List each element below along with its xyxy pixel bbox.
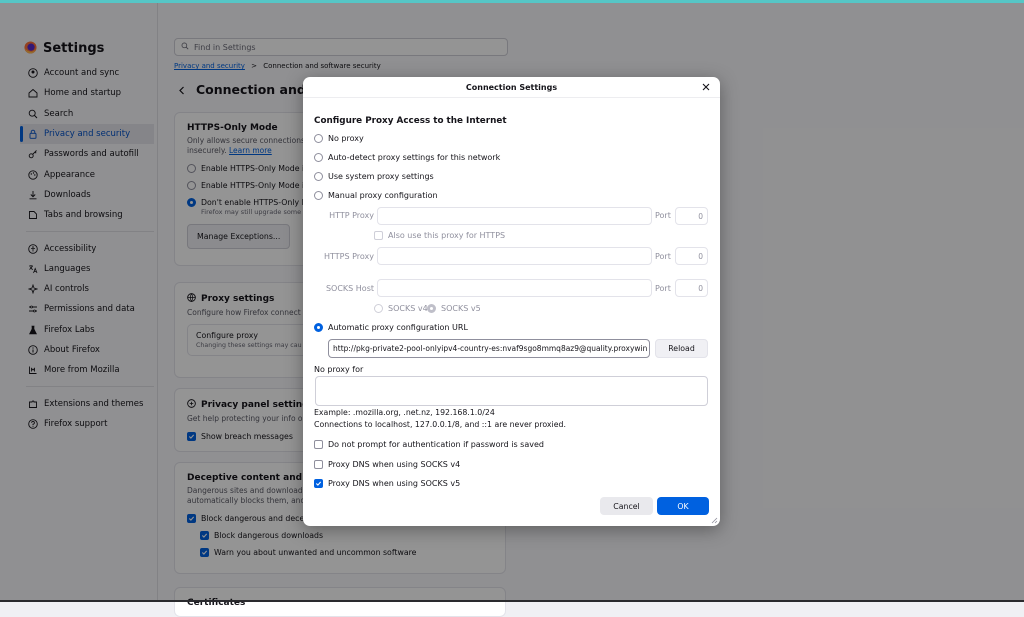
socks-host-label: SOCKS Host xyxy=(325,284,374,293)
no-proxy-for-label: No proxy for xyxy=(314,365,364,374)
socks-v4-option[interactable]: SOCKS v4 xyxy=(374,304,428,313)
dialog-heading: Configure Proxy Access to the Internet xyxy=(314,116,507,126)
reload-button[interactable]: Reload xyxy=(655,339,708,358)
dialog-title: Connection Settings xyxy=(465,83,558,92)
localhost-note: Connections to localhost, 127.0.0.1/8, a… xyxy=(314,420,566,429)
radio-button-selected[interactable] xyxy=(427,304,436,313)
ok-button[interactable]: OK xyxy=(657,497,709,515)
pac-url-input[interactable]: http://pkg-private2-pool-onlyipv4-countr… xyxy=(328,339,650,358)
option-label: SOCKS v4 xyxy=(388,304,428,313)
http-proxy-label: HTTP Proxy xyxy=(329,211,374,220)
radio-button[interactable] xyxy=(314,172,323,181)
socks-port-label: Port xyxy=(655,284,671,293)
cancel-button[interactable]: Cancel xyxy=(600,497,653,515)
option-label: Use system proxy settings xyxy=(328,172,434,181)
resize-grip-icon[interactable] xyxy=(710,516,718,524)
radio-button[interactable] xyxy=(374,304,383,313)
https-port-input[interactable]: 0 xyxy=(675,247,708,265)
radio-button[interactable] xyxy=(314,134,323,143)
http-port-input[interactable]: 0 xyxy=(675,207,708,225)
option-system-proxy[interactable]: Use system proxy settings xyxy=(314,172,434,181)
radio-button[interactable] xyxy=(314,153,323,162)
https-port-label: Port xyxy=(655,252,671,261)
also-https-option[interactable]: Also use this proxy for HTTPS xyxy=(374,231,505,240)
option-label: Also use this proxy for HTTPS xyxy=(388,231,506,240)
proxy-dns-v4-option[interactable]: Proxy DNS when using SOCKS v4 xyxy=(314,460,460,469)
option-auto-detect[interactable]: Auto-detect proxy settings for this netw… xyxy=(314,153,500,162)
option-label: Auto-detect proxy settings for this netw… xyxy=(328,153,501,162)
radio-button-selected[interactable] xyxy=(314,323,323,332)
no-proxy-example: Example: .mozilla.org, .net.nz, 192.168.… xyxy=(314,408,495,417)
checkbox[interactable] xyxy=(314,460,323,469)
close-icon[interactable] xyxy=(700,81,712,93)
https-proxy-label: HTTPS Proxy xyxy=(323,252,374,261)
option-label: Manual proxy configuration xyxy=(328,191,438,200)
socks-host-input[interactable] xyxy=(377,279,652,297)
option-label: Do not prompt for authentication if pass… xyxy=(328,440,544,449)
https-proxy-input[interactable] xyxy=(377,247,652,265)
dialog-titlebar: Connection Settings xyxy=(303,77,720,98)
proxy-dns-v5-option[interactable]: Proxy DNS when using SOCKS v5 xyxy=(314,479,460,488)
socks-port-input[interactable]: 0 xyxy=(675,279,708,297)
no-proxy-for-input[interactable] xyxy=(315,376,708,406)
connection-settings-dialog: Connection Settings Configure Proxy Acce… xyxy=(303,77,720,526)
option-label: No proxy xyxy=(328,134,364,143)
socks-v5-option[interactable]: SOCKS v5 xyxy=(427,304,481,313)
checkbox[interactable] xyxy=(374,231,383,240)
checkbox-checked[interactable] xyxy=(314,479,323,488)
radio-button[interactable] xyxy=(314,191,323,200)
option-label: Proxy DNS when using SOCKS v4 xyxy=(328,460,461,469)
option-label: Proxy DNS when using SOCKS v5 xyxy=(328,479,461,488)
option-auto-proxy-url[interactable]: Automatic proxy configuration URL xyxy=(314,323,468,332)
option-label: SOCKS v5 xyxy=(441,304,481,313)
checkbox[interactable] xyxy=(314,440,323,449)
auth-prompt-option[interactable]: Do not prompt for authentication if pass… xyxy=(314,440,544,449)
option-label: Automatic proxy configuration URL xyxy=(328,323,468,332)
http-proxy-input[interactable] xyxy=(377,207,652,225)
option-manual-proxy[interactable]: Manual proxy configuration xyxy=(314,191,438,200)
http-port-label: Port xyxy=(655,211,671,220)
option-no-proxy[interactable]: No proxy xyxy=(314,134,364,143)
